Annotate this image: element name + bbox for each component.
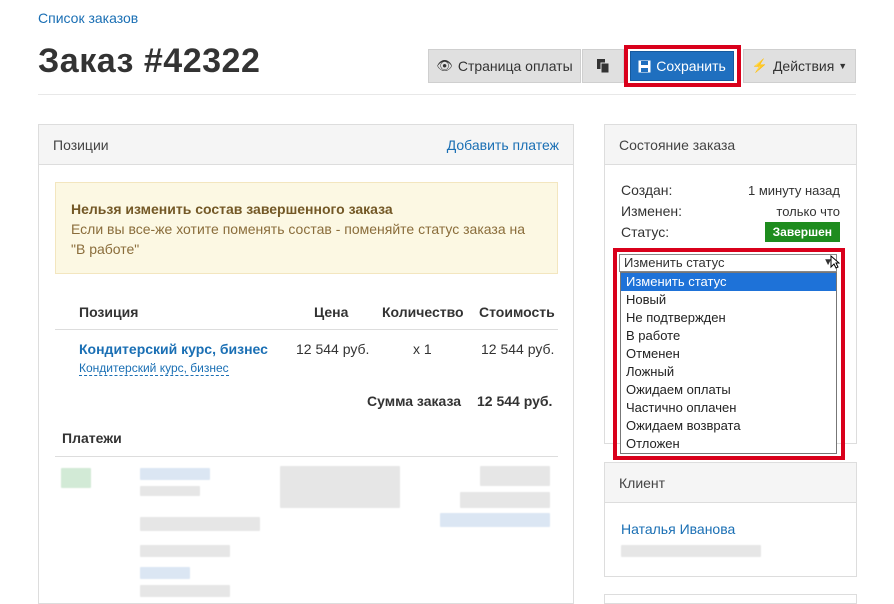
order-status-header: Состояние заказа	[605, 125, 856, 165]
blurred-client-contact	[621, 545, 761, 557]
column-header-price: Цена	[314, 304, 349, 320]
next-panel-edge	[604, 594, 857, 604]
payment-page-button[interactable]: 👁 Страница оплаты	[428, 49, 581, 83]
dropdown-highlight-frame	[613, 248, 845, 460]
client-panel-header: Клиент	[605, 463, 856, 503]
client-panel-title: Клиент	[619, 474, 666, 491]
save-button[interactable]: Сохранить	[630, 51, 734, 81]
row-cost: 12 544 руб.	[481, 341, 555, 357]
actions-dropdown-button[interactable]: ⚡ Действия ▼	[743, 49, 856, 83]
order-total-label: Сумма заказа	[367, 393, 462, 409]
status-badge: Завершен	[764, 222, 840, 242]
row-price: 12 544 руб.	[296, 341, 370, 357]
blurred-payment-text	[140, 567, 190, 579]
copy-icon	[597, 59, 610, 74]
blurred-payment-text	[480, 466, 550, 486]
blurred-payment-text	[460, 492, 550, 508]
blurred-payment-text	[140, 486, 200, 496]
copy-button[interactable]	[582, 49, 624, 83]
alert-title: Нельзя изменить состав завершенного зака…	[71, 201, 393, 217]
positions-panel-title: Позиции	[53, 136, 109, 153]
blurred-payment-text	[140, 517, 260, 531]
row-quantity: x 1	[413, 341, 432, 357]
page-title: Заказ #42322	[38, 42, 261, 80]
client-name-link[interactable]: Наталья Иванова	[621, 521, 735, 537]
table-header-divider	[55, 329, 558, 330]
positions-panel-header: Позиции Добавить платеж	[39, 125, 573, 165]
order-total-value: 12 544 руб.	[477, 393, 553, 409]
alert-text: Если вы все-же хотите поменять состав - …	[71, 221, 526, 257]
column-header-quantity: Количество	[382, 304, 464, 320]
blurred-payment-text	[280, 466, 400, 508]
payment-page-label: Страница оплаты	[457, 58, 573, 74]
actions-label: Действия	[772, 58, 835, 74]
blurred-payment-text	[140, 585, 230, 597]
changed-value: только что	[776, 204, 840, 219]
order-status-title: Состояние заказа	[619, 136, 736, 153]
save-label: Сохранить	[656, 58, 726, 74]
column-header-position: Позиция	[79, 304, 139, 320]
header-divider	[38, 94, 856, 95]
caret-down-icon: ▼	[838, 61, 848, 71]
bolt-icon: ⚡	[751, 58, 768, 73]
warning-alert: Нельзя изменить состав завершенного зака…	[55, 182, 558, 274]
blurred-payment-icon	[61, 468, 91, 488]
created-value: 1 минуту назад	[748, 183, 840, 198]
created-label: Создан:	[621, 182, 673, 198]
blurred-payment-text	[140, 545, 230, 557]
column-header-cost: Стоимость	[479, 304, 555, 320]
eye-icon: 👁	[436, 58, 453, 73]
status-label: Статус:	[621, 224, 670, 240]
mouse-cursor-icon	[830, 255, 840, 269]
blurred-payment-text	[440, 513, 550, 527]
product-variant-link[interactable]: Кондитерский курс, бизнес	[79, 361, 229, 376]
client-panel: Клиент Наталья Иванова	[604, 462, 857, 577]
product-name-link[interactable]: Кондитерский курс, бизнес	[79, 341, 268, 357]
add-payment-link[interactable]: Добавить платеж	[447, 137, 559, 153]
changed-label: Изменен:	[621, 203, 683, 219]
payments-divider	[55, 456, 558, 457]
positions-panel: Позиции Добавить платеж Нельзя изменить …	[38, 124, 574, 604]
floppy-disk-icon	[638, 60, 651, 72]
payments-title: Платежи	[62, 430, 122, 446]
blurred-payment-text	[140, 468, 210, 480]
breadcrumb-orders-link[interactable]: Список заказов	[38, 10, 138, 26]
